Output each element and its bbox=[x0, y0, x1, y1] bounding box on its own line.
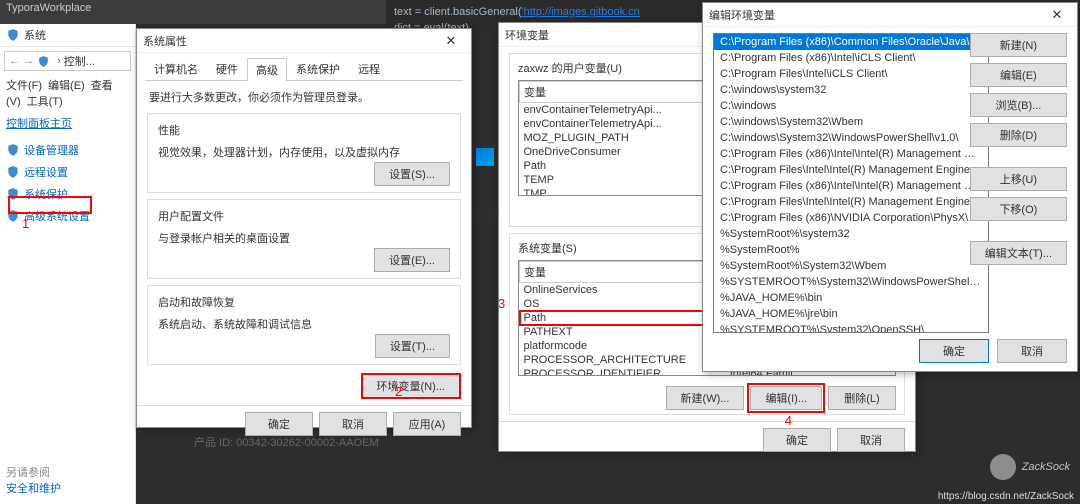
shield-icon bbox=[6, 209, 20, 223]
blog-url: https://blog.csdn.net/ZackSock bbox=[938, 491, 1074, 502]
user-desc: 与登录帐户相关的桌面设置 bbox=[158, 230, 450, 246]
list-item[interactable]: C:\Program Files (x86)\Intel\iCLS Client… bbox=[714, 50, 988, 66]
boot-desc: 系统启动、系统故障和调试信息 bbox=[158, 316, 450, 332]
apply-button[interactable]: 应用(A) bbox=[393, 412, 461, 436]
boot-settings-button[interactable]: 设置(T)... bbox=[375, 334, 450, 358]
list-item[interactable]: C:\Program Files (x86)\NVIDIA Corporatio… bbox=[714, 210, 988, 226]
system-properties-dialog: 系统属性 ✕ 计算机名硬件高级系统保护远程 要进行大多数更改，你必须作为管理员登… bbox=[136, 28, 472, 428]
perf-desc: 视觉效果，处理器计划，内存使用，以及虚拟内存 bbox=[158, 144, 450, 160]
boot-legend: 启动和故障恢复 bbox=[158, 294, 450, 310]
ok-button[interactable]: 确定 bbox=[245, 412, 313, 436]
sidebar-item[interactable]: 远程设置 bbox=[0, 161, 135, 183]
sidebar-item-label: 高级系统设置 bbox=[24, 208, 90, 224]
control-panel-home-link[interactable]: 控制面板主页 bbox=[0, 111, 135, 135]
list-item[interactable]: C:\Program Files (x86)\Intel\Intel(R) Ma… bbox=[714, 178, 988, 194]
watermark: ZackSock bbox=[990, 454, 1070, 480]
list-item[interactable]: %SYSTEMROOT%\System32\OpenSSH\ bbox=[714, 322, 988, 333]
list-item[interactable]: C:\Program Files\Intel\Intel(R) Manageme… bbox=[714, 162, 988, 178]
address-bar[interactable]: ← → › 控制... bbox=[4, 51, 131, 71]
tab-1[interactable]: 硬件 bbox=[207, 57, 247, 80]
marker-1: 1 bbox=[22, 216, 29, 231]
delete-button[interactable]: 删除(L) bbox=[828, 386, 896, 410]
tab-3[interactable]: 系统保护 bbox=[287, 57, 349, 80]
perf-legend: 性能 bbox=[158, 122, 450, 138]
path-list[interactable]: C:\Program Files (x86)\Common Files\Orac… bbox=[713, 33, 989, 333]
sidebar-item[interactable]: 高级系统设置 bbox=[0, 205, 135, 227]
shield-icon bbox=[6, 165, 20, 179]
sidebar-item[interactable]: 设备管理器 bbox=[0, 139, 135, 161]
ok-button[interactable]: 确定 bbox=[763, 428, 831, 452]
list-item[interactable]: C:\windows\system32 bbox=[714, 82, 988, 98]
tabs: 计算机名硬件高级系统保护远程 bbox=[145, 57, 463, 81]
wechat-icon bbox=[990, 454, 1016, 480]
admin-note: 要进行大多数更改，你必须作为管理员登录。 bbox=[149, 92, 369, 104]
sidebar-item[interactable]: 系统保护 bbox=[0, 183, 135, 205]
list-item[interactable]: %SystemRoot% bbox=[714, 242, 988, 258]
move-down-button[interactable]: 下移(O) bbox=[970, 197, 1067, 221]
dialog-title: 编辑环境变量 bbox=[709, 7, 775, 23]
sidebar-item-label: 系统保护 bbox=[24, 186, 68, 202]
shield-icon bbox=[6, 143, 20, 157]
user-settings-button[interactable]: 设置(E)... bbox=[374, 248, 450, 272]
shield-icon bbox=[37, 55, 50, 68]
new-button[interactable]: 新建(N) bbox=[970, 33, 1067, 57]
cancel-button[interactable]: 取消 bbox=[319, 412, 387, 436]
list-item[interactable]: C:\windows\System32\Wbem bbox=[714, 114, 988, 130]
panel-title: 系统 bbox=[24, 27, 46, 43]
tab-4[interactable]: 远程 bbox=[349, 57, 389, 80]
security-link[interactable]: 安全和维护 bbox=[6, 480, 61, 496]
tab-0[interactable]: 计算机名 bbox=[145, 57, 207, 80]
control-panel-sidebar: 系统 ← → › 控制... 文件(F)编辑(E)查看(V)工具(T) 控制面板… bbox=[0, 24, 136, 504]
close-icon[interactable]: ✕ bbox=[437, 31, 465, 51]
version-label: 2.50 bbox=[476, 208, 497, 220]
list-item[interactable]: C:\Program Files\Intel\iCLS Client\ bbox=[714, 66, 988, 82]
nav-list: 设备管理器远程设置系统保护高级系统设置 bbox=[0, 135, 135, 231]
perf-settings-button[interactable]: 设置(S)... bbox=[374, 162, 450, 186]
cancel-button[interactable]: 取消 bbox=[837, 428, 905, 452]
list-item[interactable]: C:\windows\System32\WindowsPowerShell\v1… bbox=[714, 130, 988, 146]
environment-variables-button[interactable]: 环境变量(N)... bbox=[361, 373, 461, 399]
edit-button[interactable]: 编辑(E) bbox=[970, 63, 1067, 87]
move-up-button[interactable]: 上移(U) bbox=[970, 167, 1067, 191]
marker-2: 2 bbox=[395, 384, 402, 399]
list-item[interactable]: %JAVA_HOME%\jre\bin bbox=[714, 306, 988, 322]
new-button[interactable]: 新建(W)... bbox=[666, 386, 745, 410]
marker-3: 3 bbox=[498, 296, 505, 311]
ok-button[interactable]: 确定 bbox=[919, 339, 989, 363]
windows-logo-icon bbox=[476, 148, 494, 166]
edit-text-button[interactable]: 编辑文本(T)... bbox=[970, 241, 1067, 265]
list-item[interactable]: %SYSTEMROOT%\System32\WindowsPowerShell\… bbox=[714, 274, 988, 290]
sidebar-item-label: 设备管理器 bbox=[24, 142, 79, 158]
edit-env-var-dialog: 编辑环境变量 ✕ C:\Program Files (x86)\Common F… bbox=[702, 2, 1078, 372]
list-item[interactable]: C:\Program Files\Intel\Intel(R) Manageme… bbox=[714, 194, 988, 210]
delete-button[interactable]: 删除(D) bbox=[970, 123, 1067, 147]
list-item[interactable]: C:\Program Files (x86)\Intel\Intel(R) Ma… bbox=[714, 146, 988, 162]
see-also-label: 另请参阅 bbox=[6, 464, 50, 480]
list-item[interactable]: %SystemRoot%\system32 bbox=[714, 226, 988, 242]
edit-button[interactable]: 编辑(I)... bbox=[750, 386, 822, 410]
list-item[interactable]: %SystemRoot%\System32\Wbem bbox=[714, 258, 988, 274]
cancel-button[interactable]: 取消 bbox=[997, 339, 1067, 363]
tab-2[interactable]: 高级 bbox=[247, 58, 287, 81]
dialog-title: 环境变量 bbox=[505, 27, 549, 43]
user-legend: 用户配置文件 bbox=[158, 208, 450, 224]
dialog-title: 系统属性 bbox=[143, 33, 187, 49]
product-id: 产品 ID: 00342-30262-00002-AAOEM bbox=[194, 434, 379, 450]
list-item[interactable]: %JAVA_HOME%\bin bbox=[714, 290, 988, 306]
shield-icon bbox=[6, 187, 20, 201]
list-item[interactable]: C:\Program Files (x86)\Common Files\Orac… bbox=[714, 34, 988, 50]
list-item[interactable]: C:\windows bbox=[714, 98, 988, 114]
sidebar-item-label: 远程设置 bbox=[24, 164, 68, 180]
browse-button[interactable]: 浏览(B)... bbox=[970, 93, 1067, 117]
shield-icon bbox=[6, 28, 20, 42]
marker-4: 4 bbox=[785, 413, 792, 428]
close-icon[interactable]: ✕ bbox=[1043, 5, 1071, 25]
menu-bar[interactable]: 文件(F)编辑(E)查看(V)工具(T) bbox=[0, 75, 135, 111]
